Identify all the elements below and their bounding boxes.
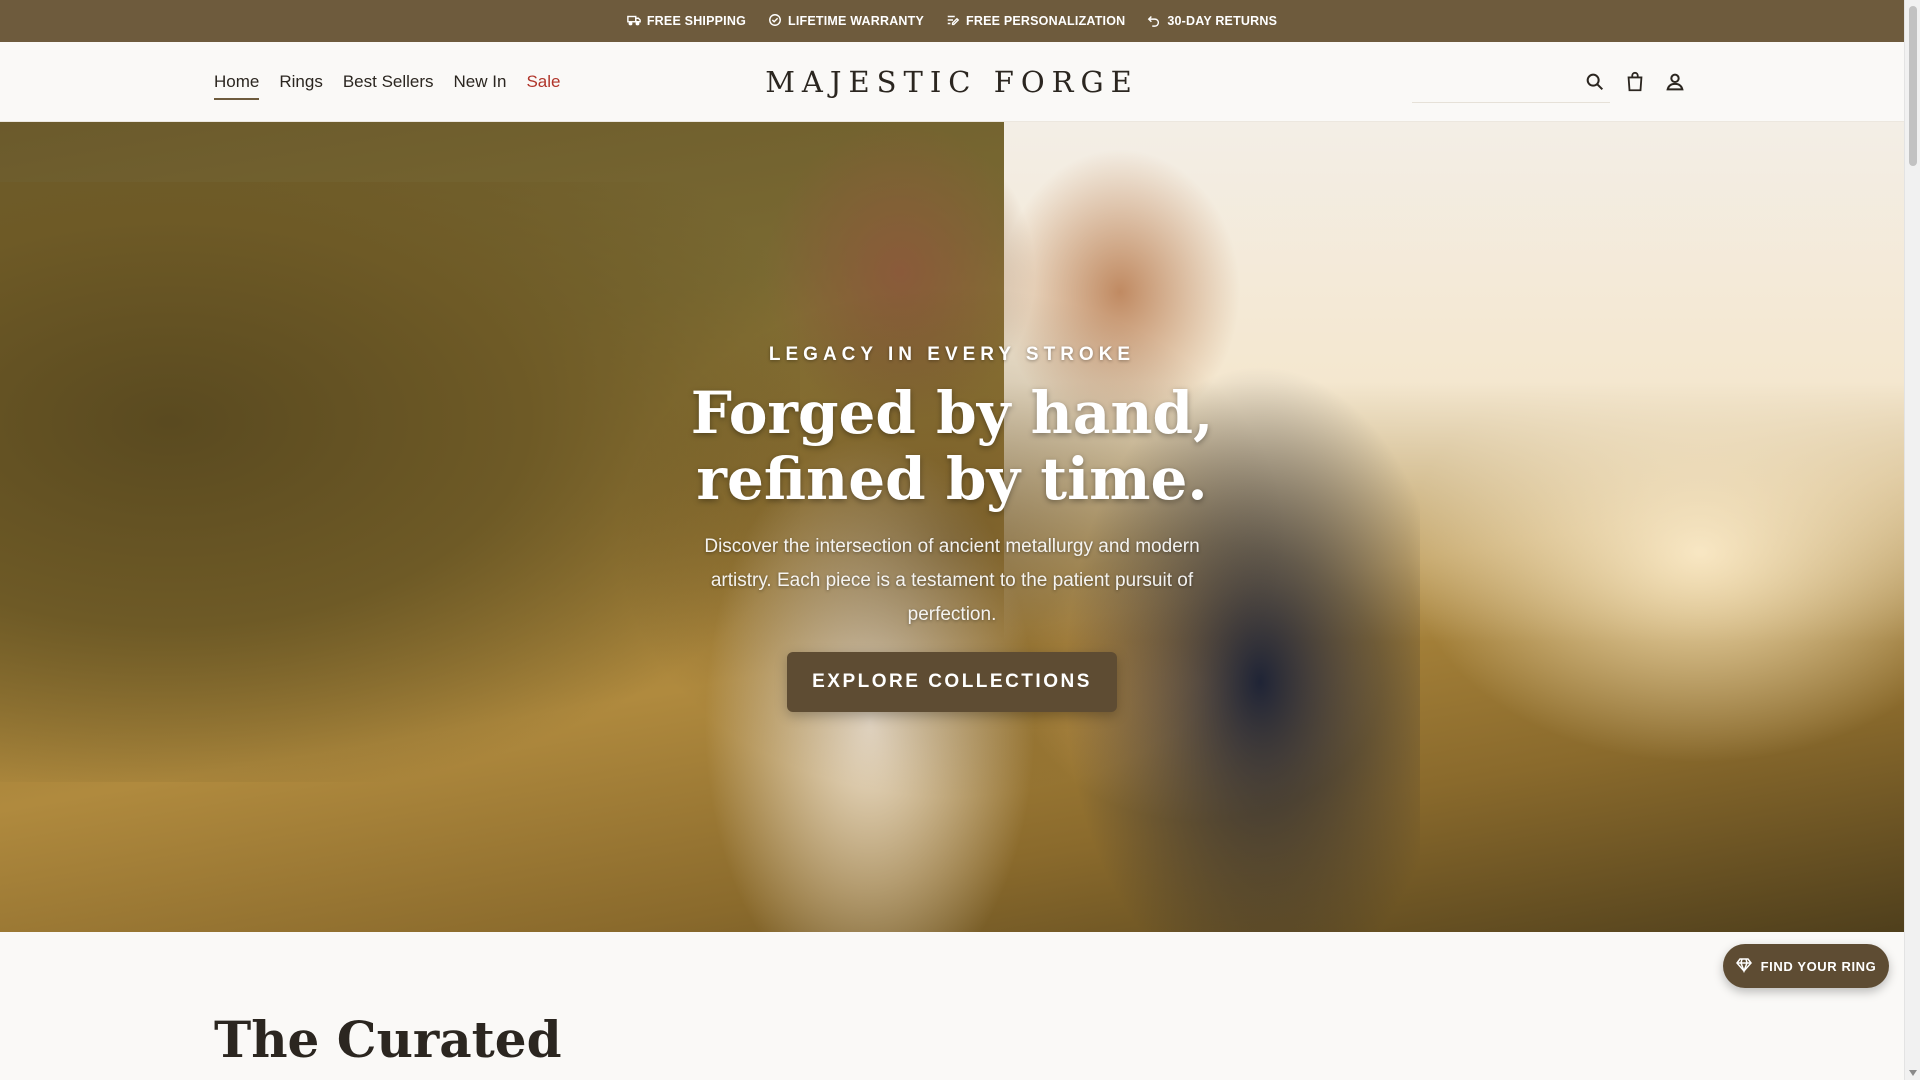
scrollbar-thumb[interactable] <box>1909 6 1917 166</box>
hero-banner: LEGACY IN EVERY STROKE Forged by hand, r… <box>0 122 1904 932</box>
header-actions <box>1584 42 1686 122</box>
shopping-bag-icon[interactable] <box>1624 71 1646 93</box>
announcement-label: FREE PERSONALIZATION <box>966 14 1126 28</box>
check-badge-icon <box>768 13 782 30</box>
hero-description: Discover the intersection of ancient met… <box>704 536 1200 625</box>
hero-content: LEGACY IN EVERY STROKE Forged by hand, r… <box>0 122 1904 932</box>
search-icon[interactable] <box>1584 71 1606 93</box>
diamond-icon <box>1735 957 1752 976</box>
page-scrollbar[interactable] <box>1904 0 1920 1080</box>
announcement-item-personalization: FREE PERSONALIZATION <box>946 13 1125 30</box>
announcement-item-shipping: FREE SHIPPING <box>627 13 746 30</box>
nav-sale[interactable]: Sale <box>526 68 560 96</box>
search-underline <box>1412 102 1610 103</box>
hero-headline: Forged by hand, refined by time. <box>0 380 1904 512</box>
site-header: Home Rings Best Sellers New In Sale MAJE… <box>0 42 1904 122</box>
section-title: The Curated <box>214 1010 562 1069</box>
announcement-item-warranty: LIFETIME WARRANTY <box>768 13 924 30</box>
find-your-ring-button[interactable]: FIND YOUR RING <box>1723 944 1889 988</box>
return-arrow-icon <box>1147 13 1161 30</box>
nav-new-in[interactable]: New In <box>454 68 507 96</box>
hero-headline-line2: refined by time. <box>696 445 1208 513</box>
announcement-label: 30-DAY RETURNS <box>1167 14 1278 28</box>
nav-best-sellers[interactable]: Best Sellers <box>343 68 434 96</box>
find-your-ring-label: FIND YOUR RING <box>1760 958 1877 974</box>
announcement-label: FREE SHIPPING <box>646 14 746 28</box>
explore-collections-button[interactable]: EXPLORE COLLECTIONS <box>787 652 1117 712</box>
hero-eyebrow: LEGACY IN EVERY STROKE <box>768 344 1136 365</box>
hero-headline-line1: Forged by hand, <box>690 379 1214 447</box>
user-icon[interactable] <box>1664 71 1686 93</box>
nav-home[interactable]: Home <box>214 68 260 100</box>
announcement-item-returns: 30-DAY RETURNS <box>1147 13 1277 30</box>
pen-icon <box>946 13 960 30</box>
main-nav: Home Rings Best Sellers New In Sale <box>214 42 560 122</box>
truck-icon <box>627 13 641 30</box>
announcement-bar: FREE SHIPPING LIFETIME WARRANTY FREE PER… <box>0 0 1904 42</box>
nav-rings[interactable]: Rings <box>279 68 322 96</box>
scroll-down-icon[interactable] <box>1909 1070 1917 1076</box>
announcement-label: LIFETIME WARRANTY <box>788 14 925 28</box>
